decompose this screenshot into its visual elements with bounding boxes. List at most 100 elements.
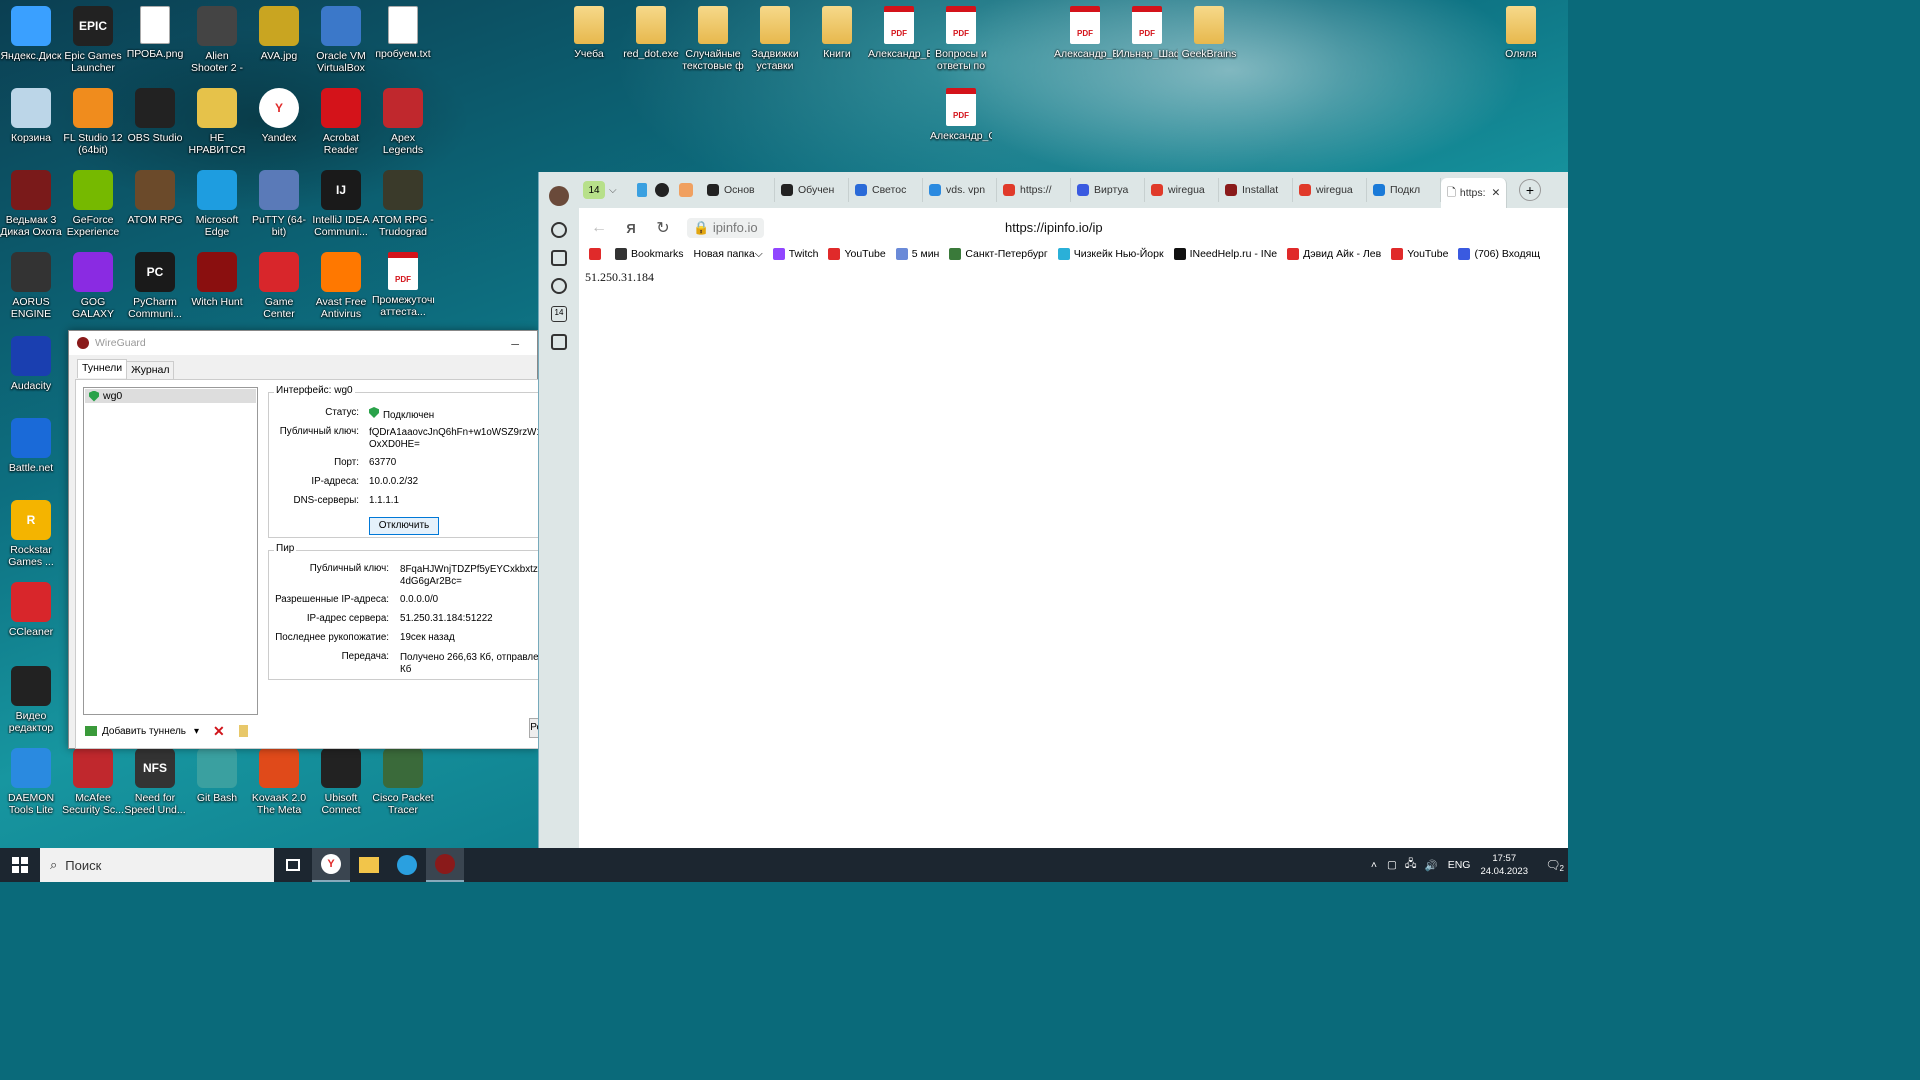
desktop-icon[interactable]: Оляля xyxy=(1490,6,1552,60)
new-tab-button[interactable]: + xyxy=(1519,179,1541,201)
port-value[interactable]: 63770 xyxy=(369,457,396,468)
bookmark-item[interactable]: YouTube xyxy=(1391,248,1448,260)
desktop-icon[interactable]: red_dot.exe xyxy=(620,6,682,60)
file-explorer-icon[interactable] xyxy=(350,848,388,882)
minimize-button[interactable]: – xyxy=(511,335,519,351)
yandex-browser-taskbar-icon[interactable]: Y xyxy=(312,848,350,882)
desktop-icon[interactable]: PC PyCharm Communi... xyxy=(124,252,186,320)
transfer-value-2[interactable]: Кб xyxy=(400,664,411,675)
desktop-icon[interactable]: Acrobat Reader xyxy=(310,88,372,156)
peer-pubkey-value[interactable]: 8FqaHJWnjTDZPf5yEYCxkbxtzAi xyxy=(400,564,546,575)
desktop-icon[interactable]: PuTTY (64-bit) xyxy=(248,170,310,238)
tab-active[interactable]: 🗋 https: ✕ xyxy=(1441,178,1507,208)
desktop-icon[interactable]: Случайные текстовые ф xyxy=(682,6,744,72)
reload-icon[interactable]: ↻ xyxy=(651,218,675,238)
desktop-icon[interactable]: пробуем.txt xyxy=(372,6,434,60)
bookmark-item[interactable]: INeedHelp.ru - INe xyxy=(1173,248,1277,260)
export-zip-icon[interactable] xyxy=(238,725,248,737)
desktop-icon[interactable]: AORUS ENGINE xyxy=(0,252,62,320)
desktop-icon[interactable]: McAfee Security Sc... xyxy=(62,748,124,816)
desktop-icon[interactable]: NFS Need for Speed Und... xyxy=(124,748,186,816)
desktop-icon[interactable]: GeForce Experience xyxy=(62,170,124,238)
domain-chip[interactable]: 🔒 ipinfo.io xyxy=(687,218,764,238)
tunnel-list[interactable]: wg0 xyxy=(83,387,258,715)
bookmark-item[interactable]: Новая папка ⌵ xyxy=(694,248,763,261)
dns-value[interactable]: 1.1.1.1 xyxy=(369,495,399,506)
browser-tab[interactable]: wiregua xyxy=(1293,178,1367,202)
desktop-icon[interactable]: ATOM RPG xyxy=(124,170,186,226)
peer-pubkey-value-2[interactable]: 4dG6gAr2Bc= xyxy=(400,576,462,587)
desktop-icon[interactable]: Microsoft Edge xyxy=(186,170,248,238)
task-view-icon[interactable] xyxy=(274,848,312,882)
desktop-icon[interactable]: PDF Промежуточная аттеста... xyxy=(372,252,434,318)
browser-tab[interactable]: Подкл xyxy=(1367,178,1441,202)
desktop-icon[interactable]: Ubisoft Connect xyxy=(310,748,372,816)
desktop-icon[interactable]: Alien Shooter 2 - The Leg... xyxy=(186,6,248,74)
tab-log[interactable]: Журнал xyxy=(126,361,175,380)
collections-icon[interactable] xyxy=(551,250,567,266)
desktop-icon[interactable]: GOG GALAXY xyxy=(62,252,124,320)
desktop-icon[interactable]: R Rockstar Games ... xyxy=(0,500,62,568)
tabs-dropdown-icon[interactable]: ⌵ xyxy=(609,185,629,196)
desktop-icon[interactable]: Книги xyxy=(806,6,868,60)
desktop-icon[interactable]: Audacity xyxy=(0,336,62,392)
bookmark-item[interactable]: YouTube xyxy=(828,248,886,260)
desktop-icon[interactable]: AVA.jpg xyxy=(248,6,310,62)
desktop-icon[interactable]: GeekBrains xyxy=(1178,6,1240,60)
bookmark-item[interactable]: Bookmarks xyxy=(615,248,684,260)
desktop-icon[interactable]: EPIC Epic Games Launcher xyxy=(62,6,124,74)
delete-tunnel-icon[interactable]: ✕ xyxy=(213,723,225,740)
close-tab-icon[interactable]: ✕ xyxy=(1492,187,1501,199)
desktop-icon[interactable]: Cisco Packet Tracer xyxy=(372,748,434,816)
bookmark-item[interactable]: (706) Входящ xyxy=(1458,248,1540,260)
meet-now-icon[interactable]: ▢ xyxy=(1387,859,1397,871)
history-icon[interactable] xyxy=(551,222,567,238)
clock[interactable]: 17:57 24.04.2023 xyxy=(1480,852,1528,878)
desktop-icon[interactable]: IJ IntelliJ IDEA Communi... xyxy=(310,170,372,238)
bookmark-item[interactable]: Twitch xyxy=(772,248,818,260)
wireguard-taskbar-icon[interactable] xyxy=(426,848,464,882)
play-icon[interactable] xyxy=(551,278,567,294)
ip-value[interactable]: 10.0.0.2/32 xyxy=(369,476,418,487)
browser-tab[interactable]: Обучен xyxy=(775,178,849,202)
desktop-icon[interactable]: KovaaK 2.0 The Meta xyxy=(248,748,310,816)
desktop-icon[interactable]: ПРОБА.png xyxy=(124,6,186,60)
browser-tab[interactable]: https:// xyxy=(997,178,1071,202)
show-hidden-icons[interactable]: ˄ xyxy=(1371,859,1377,871)
pinned-tab-icon[interactable] xyxy=(637,183,647,197)
desktop-icon[interactable]: Ведьмак 3 Дикая Охота xyxy=(0,170,62,238)
desktop-icon[interactable]: PDF Ильнар_Шафигуллин_... xyxy=(1116,6,1178,60)
pubkey-value[interactable]: fQDrA1aaovcJnQ6hFn+w1oWSZ9rzW1N xyxy=(369,427,549,438)
bookmark-item[interactable]: 5 мин xyxy=(895,248,939,260)
desktop-icon[interactable]: Avast Free Antivirus xyxy=(310,252,372,320)
desktop-icon[interactable]: Задвижки уставки xyxy=(744,6,806,72)
transfer-value[interactable]: Получено 266,63 Кб, отправлен xyxy=(400,652,544,663)
pinned-tab-2-icon[interactable] xyxy=(679,183,693,197)
disconnect-button[interactable]: Отключить xyxy=(369,517,439,535)
start-button[interactable] xyxy=(0,848,40,882)
profile-avatar[interactable] xyxy=(549,186,569,206)
bookmark-item[interactable]: Санкт-Петербург xyxy=(949,248,1048,260)
url-text[interactable]: https://ipinfo.io/ip xyxy=(1005,220,1103,235)
desktop-icon[interactable]: Battle.net xyxy=(0,418,62,474)
back-icon[interactable]: ← xyxy=(587,219,611,237)
endpoint-value[interactable]: 51.250.31.184:51222 xyxy=(400,613,493,624)
desktop-icon[interactable]: Game Center xyxy=(248,252,310,320)
bookmark-item[interactable]: Чизкейк Нью-Йорк xyxy=(1057,248,1164,260)
network-icon[interactable]: 🖧 xyxy=(1405,856,1417,874)
yandex-icon[interactable]: Я xyxy=(619,221,643,236)
desktop-icon[interactable]: CCleaner xyxy=(0,582,62,638)
desktop-icon[interactable]: FL Studio 12 (64bit) xyxy=(62,88,124,156)
desktop-icon[interactable]: PDF Александр_Волчек_о_д... xyxy=(868,6,930,60)
desktop-icon[interactable]: PDF Вопросы и ответы по д... xyxy=(930,6,992,72)
allowed-ips-value[interactable]: 0.0.0.0/0 xyxy=(400,594,438,605)
desktop-icon[interactable]: Учеба xyxy=(558,6,620,60)
desktop-icon[interactable]: DAEMON Tools Lite xyxy=(0,748,62,816)
desktop-icon[interactable]: Видео редактор VideoPad xyxy=(0,666,62,734)
tab-count-badge[interactable]: 14 xyxy=(583,181,605,199)
tunnel-item-wg0[interactable]: wg0 xyxy=(85,389,256,403)
desktop-icon[interactable]: НЕ НРАВИТСЯ xyxy=(186,88,248,156)
browser-tab[interactable]: Светос xyxy=(849,178,923,202)
pubkey-value-2[interactable]: OxXD0HE= xyxy=(369,439,420,450)
desktop-icon[interactable]: Oracle VM VirtualBox xyxy=(310,6,372,74)
